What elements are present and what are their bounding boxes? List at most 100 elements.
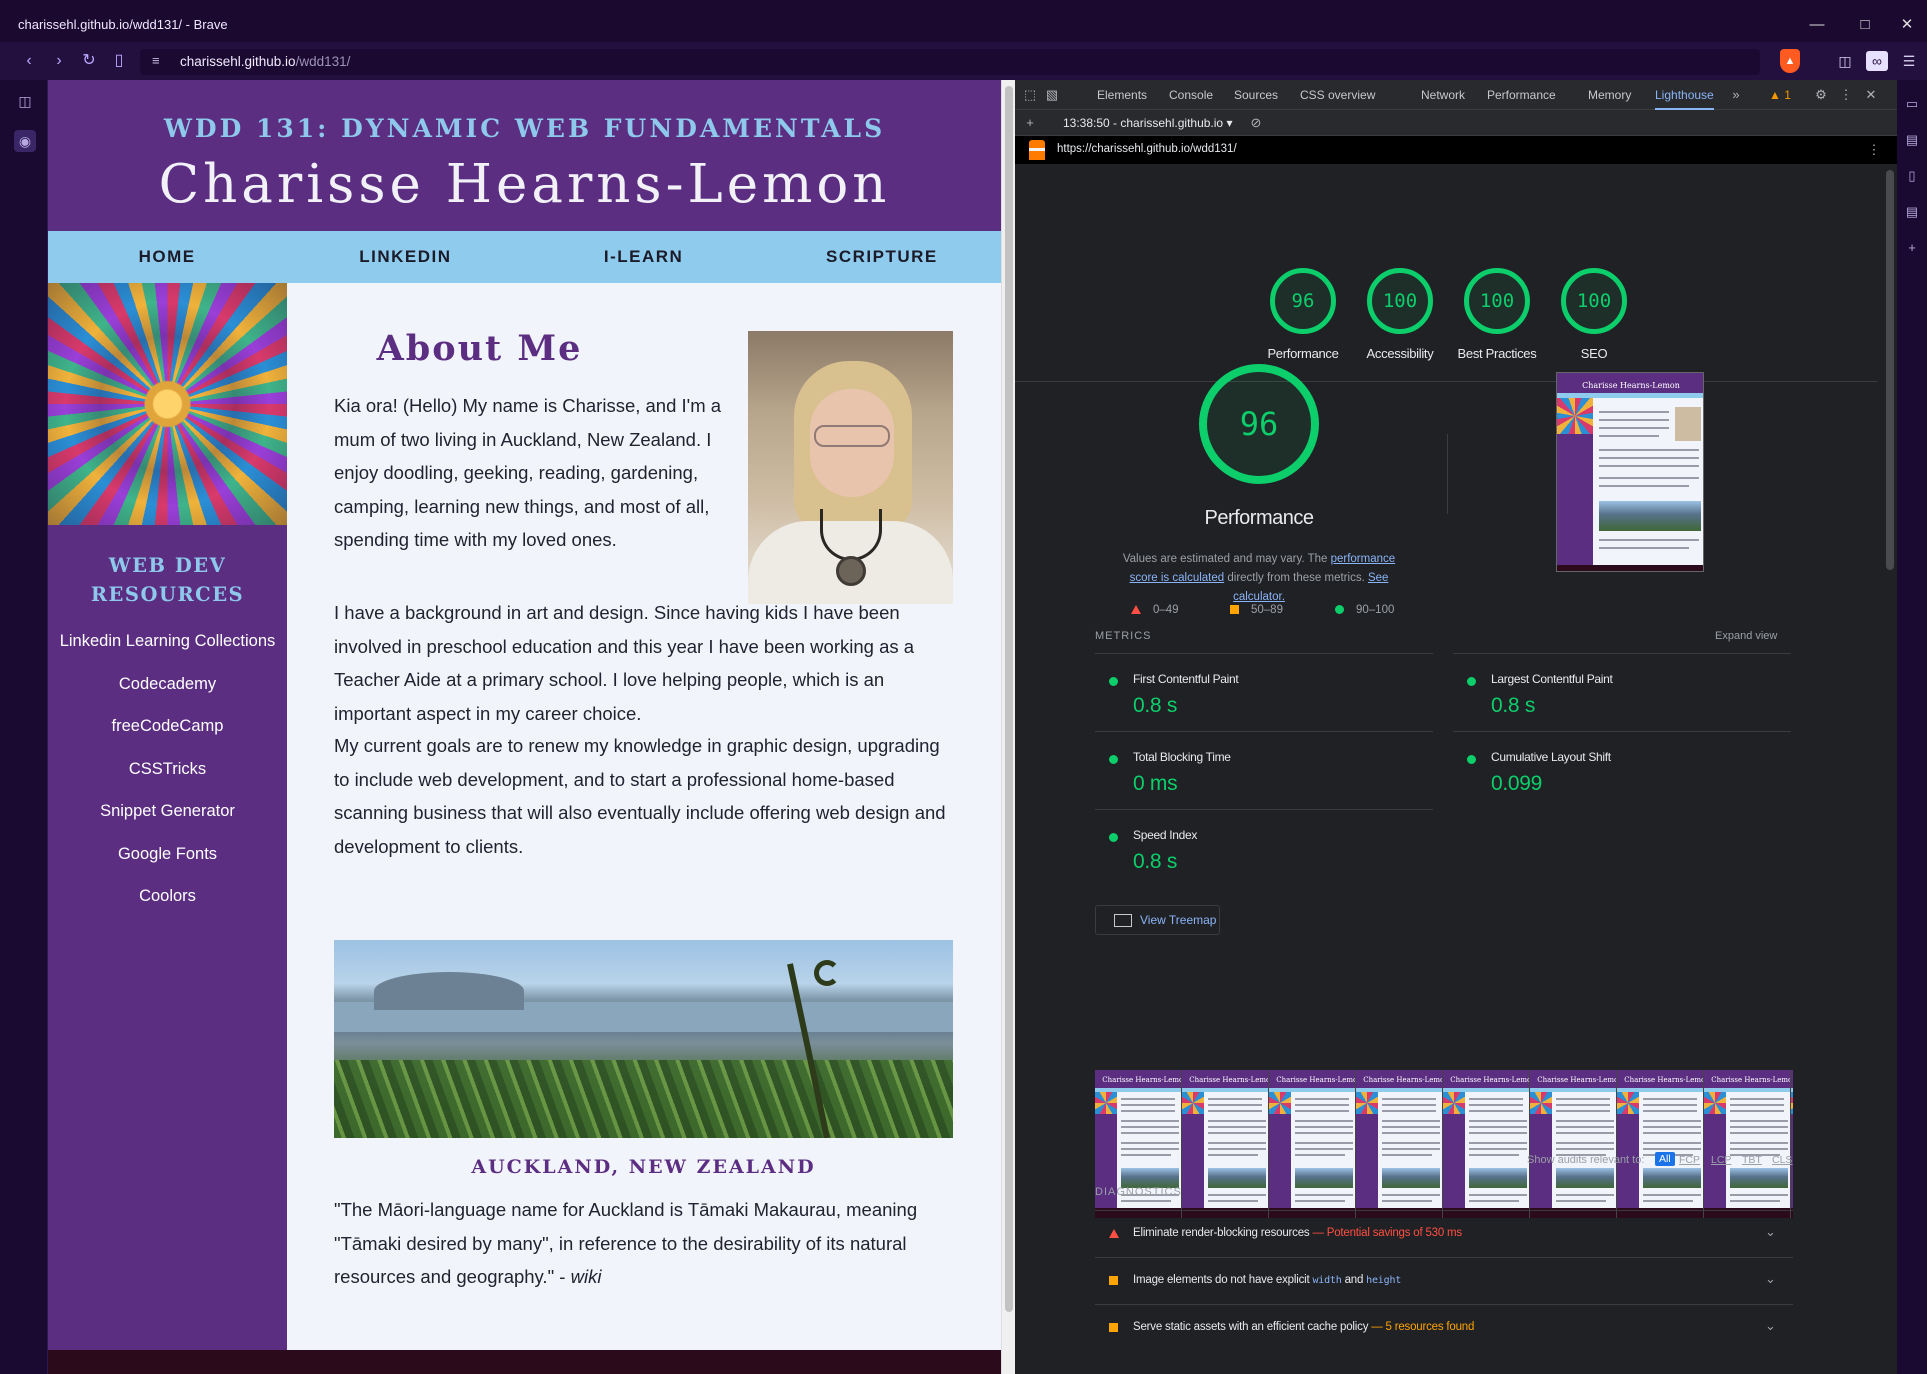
cast-icon[interactable]: ▭	[1903, 96, 1921, 114]
resource-link-freecodecamp[interactable]: freeCodeCamp	[48, 713, 287, 756]
performance-main-label: Performance	[1204, 507, 1315, 529]
sidebar-panel-icon[interactable]: ◫	[14, 90, 36, 112]
tab-console[interactable]: Console	[1169, 80, 1213, 110]
frame-part	[1208, 1132, 1266, 1134]
page-scrollbar[interactable]	[1001, 80, 1015, 1374]
nav-scripture[interactable]: SCRIPTURE	[763, 231, 1001, 283]
score-gauge-seo[interactable]: 100	[1561, 268, 1627, 334]
frame-part	[1469, 1194, 1527, 1196]
settings-gear-icon[interactable]: ⚙	[1812, 86, 1830, 104]
view-treemap-button[interactable]: View Treemap	[1095, 905, 1220, 935]
chevron-down-icon[interactable]: ⌄	[1765, 1271, 1776, 1287]
fail-triangle-icon	[1131, 605, 1141, 615]
tab-memory[interactable]: Memory	[1588, 80, 1631, 110]
maximize-icon[interactable]: □	[1850, 12, 1880, 38]
close-icon[interactable]: ✕	[1892, 12, 1922, 38]
auckland-photo	[334, 940, 953, 1138]
sidebar-toggle-icon[interactable]: ◫	[1834, 51, 1856, 71]
clear-icon[interactable]: ⊘	[1247, 114, 1265, 132]
resource-link-snippet-generator[interactable]: Snippet Generator	[48, 798, 287, 841]
new-report-icon[interactable]: +	[1021, 114, 1039, 132]
back-icon[interactable]: ‹	[18, 50, 40, 72]
filmstrip-frame: Charisse Hearns-Lemon	[1443, 1070, 1530, 1218]
lighthouse-scrollbar[interactable]	[1883, 164, 1897, 1374]
bookmark-icon[interactable]: ▯	[108, 50, 130, 72]
site-settings-icon[interactable]: ≡	[152, 53, 160, 68]
average-square-icon	[1230, 605, 1239, 615]
address-bar[interactable]: ≡ charissehl.github.io/wdd131/	[140, 49, 1760, 75]
score-gauge-best-practices[interactable]: 100	[1464, 268, 1530, 334]
device-toolbar-icon[interactable]: ▧	[1043, 86, 1061, 104]
report-menu-icon[interactable]: ⋮	[1865, 141, 1883, 159]
devtools-panel: ⬚ ▧ Elements Console Sources CSS overvie…	[1015, 80, 1897, 1374]
close-devtools-icon[interactable]: ✕	[1862, 86, 1880, 104]
frame-part	[1121, 1142, 1179, 1144]
expand-view-toggle[interactable]: Expand view	[1715, 630, 1777, 642]
metric-value: 0.099	[1491, 772, 1543, 795]
menu-icon[interactable]: ☰	[1898, 51, 1920, 71]
diagnostic-render-blocking[interactable]: Eliminate render-blocking resources — Po…	[1095, 1210, 1793, 1257]
resource-link-csstricks[interactable]: CSSTricks	[48, 756, 287, 799]
diagnostic-title-b: and	[1341, 1274, 1367, 1286]
tab-css-overview[interactable]: CSS overview	[1300, 80, 1375, 110]
more-options-icon[interactable]: ⋮	[1837, 86, 1855, 104]
filter-cls[interactable]: CLS	[1772, 1154, 1792, 1166]
diagnostic-image-dimensions[interactable]: Image elements do not have explicit widt…	[1095, 1257, 1793, 1304]
show-audits-label: Show audits relevant to:	[1527, 1154, 1645, 1166]
nav-linkedin[interactable]: LINKEDIN	[286, 231, 524, 283]
filter-lcp[interactable]: LCP	[1711, 1154, 1731, 1166]
filmstrip-frame: Charisse Hearns-Lemon	[1704, 1070, 1791, 1218]
reading-list-icon[interactable]: ▤	[1903, 204, 1921, 222]
resource-link-linkedin-learning[interactable]: Linkedin Learning Collections	[48, 628, 287, 671]
bookmarks-icon[interactable]: ▯	[1903, 168, 1921, 186]
filter-all[interactable]: All	[1655, 1152, 1675, 1166]
more-tabs-icon[interactable]: »	[1727, 86, 1745, 104]
warning-badge[interactable]: ▲ 1	[1769, 80, 1791, 110]
diagnostic-cache-policy[interactable]: Serve static assets with an efficient ca…	[1095, 1304, 1793, 1351]
frame-part	[1469, 1148, 1527, 1150]
frame-part	[1469, 1104, 1523, 1106]
frame-part	[1469, 1168, 1527, 1188]
frame-part	[1382, 1132, 1440, 1134]
url-text[interactable]: charissehl.github.io/wdd131/	[180, 54, 350, 69]
tab-performance[interactable]: Performance	[1487, 80, 1556, 110]
final-screenshot-thumbnail[interactable]: Charisse Hearns-Lemon	[1556, 372, 1704, 572]
resource-link-codecademy[interactable]: Codecademy	[48, 671, 287, 714]
web-page: WDD 131: DYNAMIC WEB FUNDAMENTALS Charis…	[48, 80, 1001, 1374]
frame-part	[1643, 1110, 1697, 1112]
metric-lcp: Largest Contentful Paint 0.8 s	[1453, 653, 1791, 731]
add-panel-icon[interactable]: +	[1903, 240, 1921, 258]
tab-network[interactable]: Network	[1421, 80, 1465, 110]
filter-tbt[interactable]: TBT	[1742, 1154, 1762, 1166]
tab-elements[interactable]: Elements	[1097, 80, 1147, 110]
chevron-down-icon[interactable]: ⌄	[1765, 1318, 1776, 1334]
frame-part	[1208, 1098, 1262, 1100]
forward-icon[interactable]: ›	[48, 50, 70, 72]
resource-link-google-fonts[interactable]: Google Fonts	[48, 841, 287, 884]
nav-home[interactable]: HOME	[48, 231, 286, 283]
brave-shield-icon[interactable]: ▲	[1780, 49, 1800, 73]
frame-part	[1556, 1098, 1610, 1100]
minimize-icon[interactable]: —	[1802, 12, 1832, 38]
pass-circle-icon	[1109, 833, 1118, 842]
score-gauge-accessibility[interactable]: 100	[1367, 268, 1433, 334]
frame-part: Charisse Hearns-Lemon	[1363, 1076, 1443, 1084]
chevron-down-icon[interactable]: ⌄	[1765, 1224, 1776, 1240]
frame-part	[1382, 1104, 1436, 1106]
web-panel-icon[interactable]: ◉	[14, 130, 36, 152]
wallet-icon[interactable]: ∞	[1866, 51, 1888, 71]
score-gauge-performance[interactable]: 96	[1270, 268, 1336, 334]
frame-part	[1556, 1200, 1606, 1202]
reload-icon[interactable]: ↻	[78, 50, 100, 72]
tab-lighthouse[interactable]: Lighthouse	[1655, 80, 1714, 110]
nav-i-learn[interactable]: I-LEARN	[525, 231, 763, 283]
report-select[interactable]: 13:38:50 - charissehl.github.io ▾	[1063, 116, 1232, 130]
filter-fcp[interactable]: FCP	[1679, 1154, 1700, 1166]
inspect-icon[interactable]: ⬚	[1021, 86, 1039, 104]
metric-speed-index: Speed Index 0.8 s	[1095, 809, 1433, 887]
frame-part	[1382, 1142, 1440, 1144]
tab-sources[interactable]: Sources	[1234, 80, 1278, 110]
resource-link-coolors[interactable]: Coolors	[48, 883, 287, 926]
wallet-side-icon[interactable]: ▤	[1903, 132, 1921, 150]
frame-part	[1121, 1104, 1175, 1106]
